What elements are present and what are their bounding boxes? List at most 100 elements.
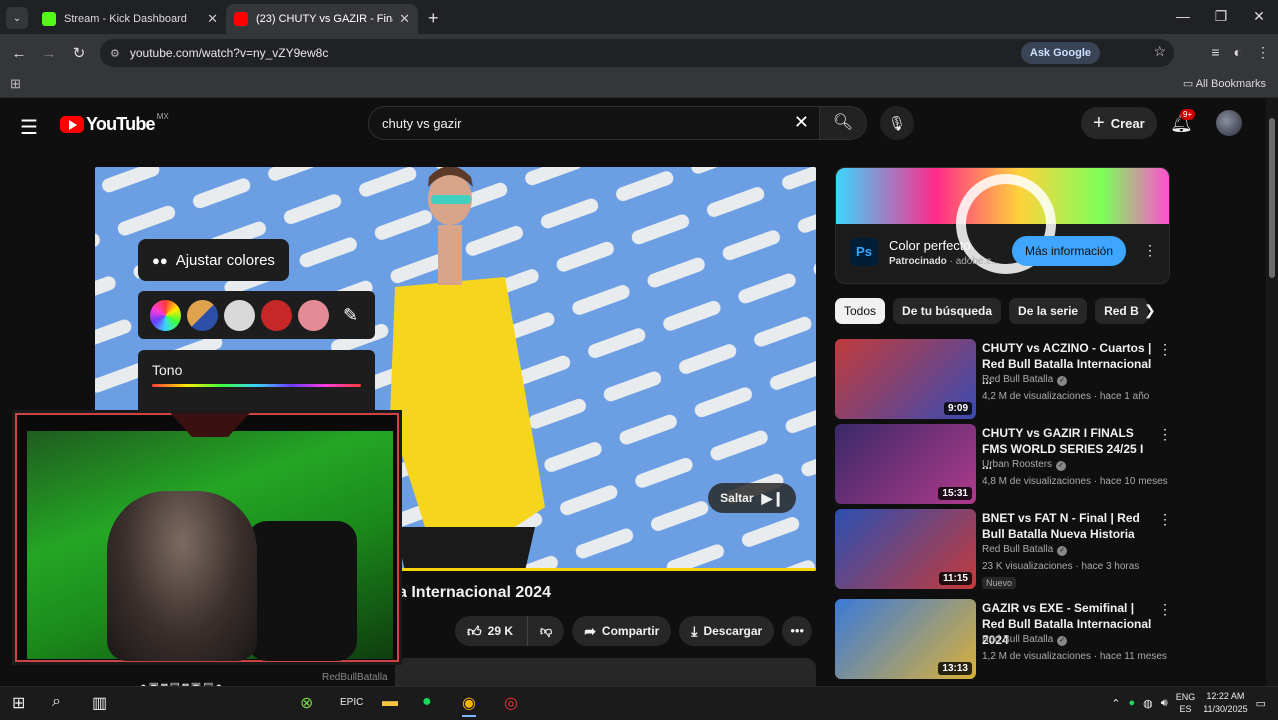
ad-menu-icon[interactable]: ⋮ — [1143, 242, 1157, 259]
minimize-icon[interactable]: — — [1164, 0, 1202, 34]
voice-search-button[interactable]: 🎙︎ — [880, 106, 914, 140]
reload-icon[interactable]: ↻ — [64, 44, 94, 62]
channel-name: Red Bull Batalla — [982, 374, 1054, 385]
clear-search-icon[interactable]: ✕ — [794, 112, 809, 133]
avatar[interactable] — [1216, 110, 1242, 136]
url-bar[interactable]: ⚙ youtube.com/watch?v=ny_vZY9ew8c ⧉ Ask … — [100, 39, 1174, 67]
clock[interactable]: 12:22 AM 11/30/2025 — [1203, 690, 1247, 716]
rec-menu-icon[interactable]: ⋮ — [1158, 341, 1172, 358]
tab-search-button[interactable]: ⌄ — [6, 7, 28, 29]
list-item[interactable]: 13:13 GAZIR vs EXE - Semifinal | Red Bul… — [835, 599, 1175, 679]
chrome-icon[interactable]: ◉ — [462, 693, 476, 717]
window-controls: — ❐ ✕ — [1164, 0, 1278, 34]
rec-menu-icon[interactable]: ⋮ — [1158, 601, 1172, 618]
forward-icon[interactable]: → — [34, 45, 64, 62]
scrollbar-thumb[interactable] — [1269, 118, 1275, 278]
obs-icon[interactable]: ◎ — [504, 693, 518, 713]
close-tab-icon[interactable]: ✕ — [207, 11, 218, 27]
search-button[interactable]: 🔍︎ — [819, 106, 867, 140]
chevron-right-icon[interactable]: ❯ — [1144, 302, 1156, 319]
chip-red-bull[interactable]: Red B — [1095, 298, 1148, 324]
chip-from-search[interactable]: De tu búsqueda — [893, 298, 1002, 324]
search-icon: 🔍︎ — [832, 114, 854, 131]
windows-start-icon[interactable]: ⊞ — [12, 693, 25, 713]
epic-games-icon[interactable]: EPIC — [340, 697, 363, 708]
channel-name-partial: RedBullBatalla — [322, 672, 388, 683]
spotify-icon[interactable]: ● — [422, 693, 432, 711]
tone-gradient-bar[interactable] — [152, 384, 361, 387]
download-button[interactable]: ⤓ Descargar — [679, 616, 775, 646]
dislike-button[interactable]: 👎︎ — [528, 616, 565, 646]
page-scrollbar[interactable] — [1266, 98, 1278, 686]
thumbs-up-icon: 👍︎ — [467, 622, 482, 639]
more-info-button[interactable]: Más información — [1012, 236, 1127, 266]
video-thumbnail[interactable]: 11:15 — [835, 509, 976, 589]
new-tab-icon[interactable]: + — [428, 8, 439, 29]
hamburger-menu-icon[interactable]: ☰ — [20, 115, 38, 140]
video-thumbnail[interactable]: 15:31 — [835, 424, 976, 504]
rec-meta: 1,2 M de visualizaciones · hace 11 meses — [982, 651, 1167, 662]
apps-grid-icon[interactable]: ⊞ — [10, 76, 21, 92]
notifications-button[interactable]: 🔔︎ 9+ — [1170, 109, 1196, 134]
eyedropper-icon[interactable]: ✎ — [343, 305, 358, 326]
color-wheel-swatch[interactable] — [150, 299, 181, 331]
tab-kick[interactable]: Stream - Kick Dashboard ✕ — [34, 4, 226, 34]
tab-youtube[interactable]: (23) CHUTY vs GAZIR - Final ✕ — [226, 4, 418, 34]
language-indicator[interactable]: ENG ES — [1176, 691, 1196, 715]
swatch-red[interactable] — [261, 299, 292, 331]
xbox-icon[interactable]: ⊗ — [300, 693, 313, 713]
like-button[interactable]: 👍︎ 29 K — [455, 616, 528, 646]
site-info-icon[interactable]: ⚙ — [110, 47, 120, 60]
spotify-tray-icon[interactable]: ● — [1128, 697, 1135, 709]
notification-center-icon[interactable]: ▭ — [1256, 697, 1266, 710]
duration-badge: 9:09 — [943, 402, 972, 415]
tray-chevron-icon[interactable]: ⌃ — [1111, 697, 1120, 710]
search-input[interactable]: chuty vs gazir ✕ — [368, 106, 820, 140]
more-actions-icon[interactable]: ••• — [782, 616, 813, 646]
rec-channel[interactable]: Red Bull Batalla ✓ — [982, 544, 1068, 556]
swatch-orange-blue[interactable] — [187, 299, 218, 331]
rec-channel[interactable]: Red Bull Batalla ✓ — [982, 634, 1068, 646]
list-item[interactable]: 9:09 CHUTY vs ACZINO - Cuartos | Red Bul… — [835, 339, 1175, 419]
rec-menu-icon[interactable]: ⋮ — [1158, 426, 1172, 443]
rec-channel[interactable]: Red Bull Batalla ✓ — [982, 374, 1068, 386]
video-thumbnail[interactable]: 13:13 — [835, 599, 976, 679]
skip-ad-button[interactable]: Saltar ▶❙ — [708, 483, 796, 513]
profile-icon[interactable]: ◐ — [1234, 44, 1242, 61]
menu-icon[interactable]: ⋮ — [1256, 44, 1270, 61]
video-thumbnail[interactable]: 9:09 — [835, 339, 976, 419]
media-controls-icon[interactable]: ≡ — [1211, 44, 1219, 61]
country-code: MX — [156, 112, 169, 121]
share-button[interactable]: ➦ Compartir — [572, 616, 672, 646]
swatch-white[interactable] — [224, 299, 255, 331]
network-icon[interactable]: ◍ — [1143, 697, 1153, 710]
adjust-colors-panel[interactable]: ●● Ajustar colores — [138, 239, 289, 281]
back-icon[interactable]: ← — [4, 45, 34, 62]
task-view-icon[interactable]: ▥ — [92, 693, 107, 713]
close-window-icon[interactable]: ✕ — [1240, 0, 1278, 34]
list-item[interactable]: 15:31 CHUTY vs GAZIR I FINALS FMS WORLD … — [835, 424, 1175, 504]
list-item[interactable]: 11:15 BNET vs FAT N - Final | Red Bull B… — [835, 509, 1175, 589]
ask-google-button[interactable]: Ask Google — [1020, 42, 1100, 64]
description-box[interactable] — [395, 658, 816, 686]
file-explorer-icon[interactable]: ▬ — [382, 693, 398, 711]
all-bookmarks-button[interactable]: ▭ All Bookmarks — [1183, 77, 1266, 90]
youtube-logo[interactable]: YouTube MX — [60, 112, 169, 135]
browser-tabbar: ⌄ Stream - Kick Dashboard ✕ (23) CHUTY v… — [0, 0, 1278, 34]
search-icon[interactable]: ⌕ — [52, 693, 61, 711]
rec-channel[interactable]: Urban Roosters ✓ — [982, 459, 1067, 471]
sponsored-ad-card[interactable]: Ps Color perfecto Patrocinado · adobe.c.… — [835, 167, 1170, 284]
close-tab-icon[interactable]: ✕ — [399, 11, 410, 27]
swatch-pink[interactable] — [298, 299, 329, 331]
rec-title[interactable]: BNET vs FAT N - Final | Red Bull Batalla… — [982, 510, 1154, 542]
create-button[interactable]: + Crear — [1081, 107, 1157, 139]
chip-from-series[interactable]: De la serie — [1009, 298, 1088, 324]
verified-icon: ✓ — [1056, 461, 1067, 471]
volume-icon[interactable]: 🔊︎ — [1161, 697, 1168, 710]
download-icon: ⤓ — [691, 622, 698, 639]
chip-all[interactable]: Todos — [835, 298, 886, 324]
like-count: 29 K — [487, 624, 513, 638]
bookmark-star-icon[interactable]: ☆ — [1153, 43, 1166, 60]
restore-icon[interactable]: ❐ — [1202, 0, 1240, 34]
rec-menu-icon[interactable]: ⋮ — [1158, 511, 1172, 528]
